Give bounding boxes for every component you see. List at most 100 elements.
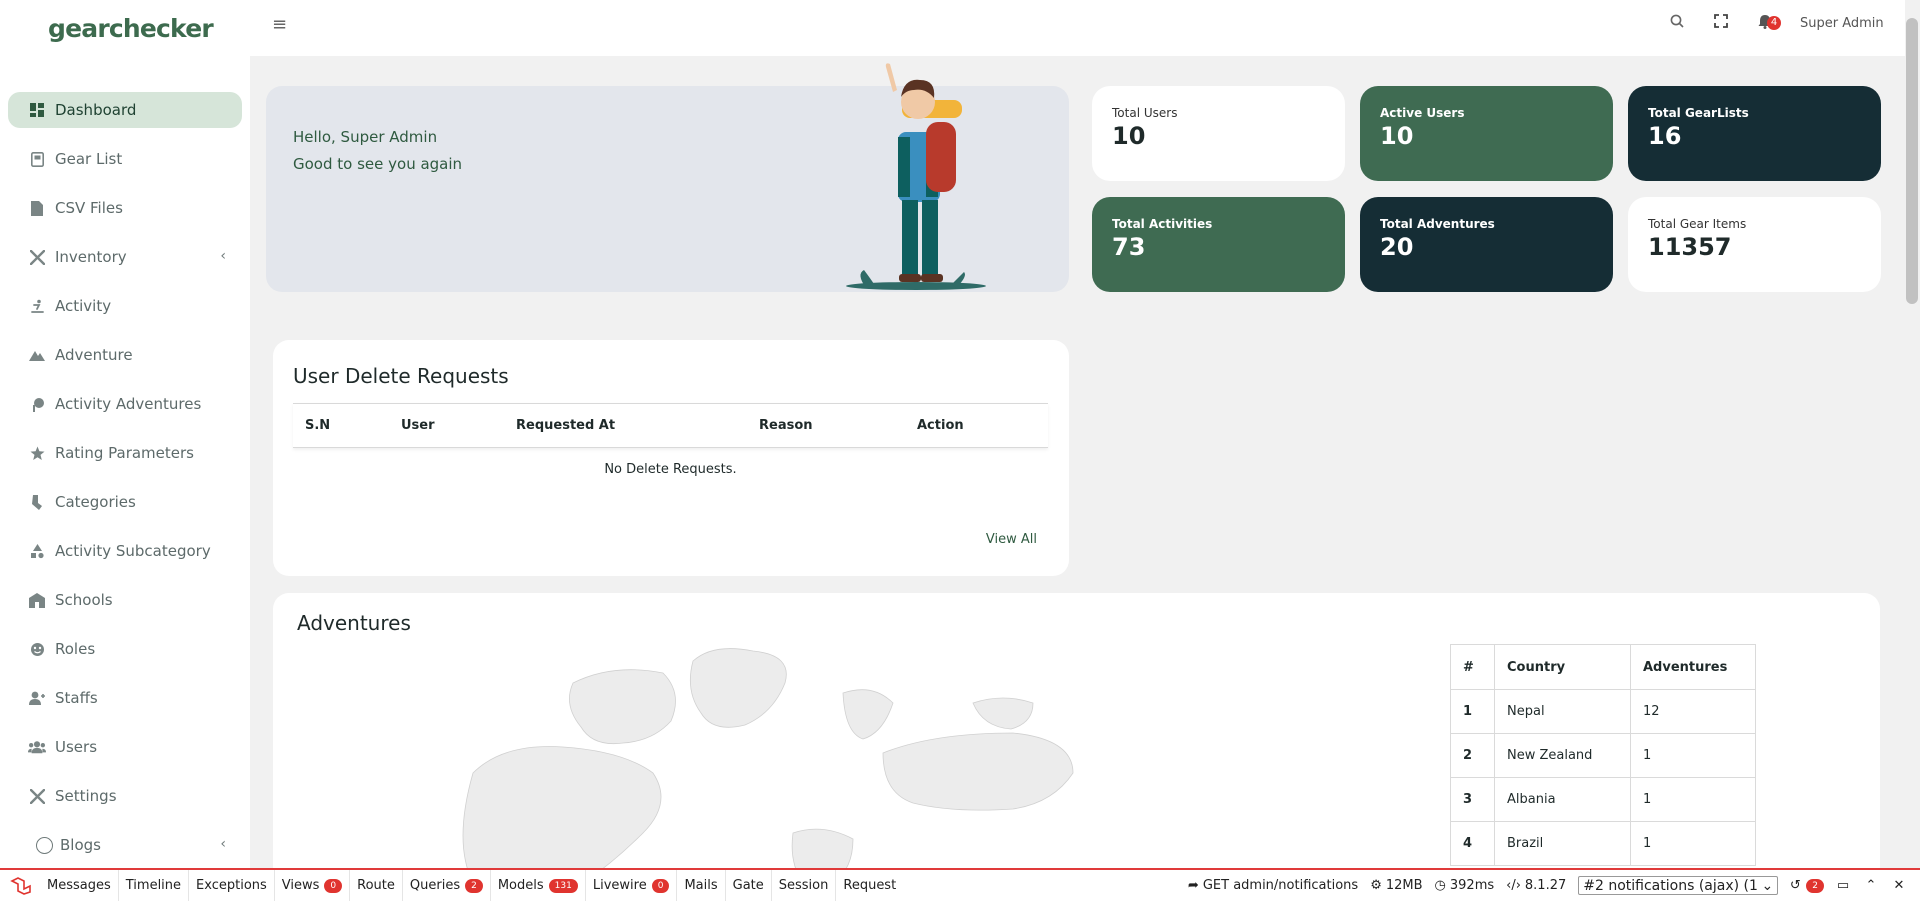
table-cell: 1 <box>1450 689 1495 734</box>
table-cell: Nepal <box>1494 689 1631 734</box>
sidebar-item-settings[interactable]: Settings <box>8 778 242 814</box>
debug-tab-views[interactable]: Views 0 <box>275 870 351 901</box>
memory-value: 12MB <box>1385 878 1423 893</box>
tab-label: Mails <box>684 878 718 893</box>
sidebar-item-roles[interactable]: Roles <box>8 631 242 667</box>
debug-tab-session[interactable]: Session <box>772 870 837 901</box>
sidebar-item-activity[interactable]: Activity <box>8 288 242 324</box>
sidebar-item-label: Settings <box>55 787 117 805</box>
memory-info[interactable]: ⚙ 12MB <box>1370 878 1422 893</box>
column-header: Action <box>917 418 964 433</box>
tab-label: Exceptions <box>196 878 267 893</box>
debug-tab-models[interactable]: Models 131 <box>491 870 586 901</box>
star-icon <box>28 444 46 462</box>
table-cell: 2 <box>1450 733 1495 778</box>
stat-value: 73 <box>1112 233 1146 261</box>
stat-label: Total Adventures <box>1380 217 1495 231</box>
table-cell: 3 <box>1450 777 1495 822</box>
tab-label: Models <box>497 878 544 893</box>
sidebar-item-label: CSV Files <box>55 199 123 217</box>
debug-tab-route[interactable]: Route <box>350 870 403 901</box>
sidebar-item-csv-files[interactable]: CSV Files <box>8 190 242 226</box>
php-info[interactable]: ‹/› 8.1.27 <box>1506 878 1566 893</box>
debug-tab-mails[interactable]: Mails <box>677 870 726 901</box>
column-header: Country <box>1494 644 1631 690</box>
sidebar-item-adventure[interactable]: Adventure <box>8 337 242 373</box>
tab-label: Gate <box>732 878 764 893</box>
table-cell: 12 <box>1630 689 1756 734</box>
folder-open-icon[interactable]: ▭ <box>1836 878 1850 893</box>
app-logo[interactable]: gearchecker <box>48 14 214 43</box>
mountain-icon <box>28 346 46 364</box>
chevron-up-icon[interactable]: ⌃ <box>1864 878 1878 893</box>
debug-tabs: Messages Timeline Exceptions Views 0 Rout… <box>40 870 903 901</box>
history-icon[interactable]: ↺ <box>1788 878 1802 893</box>
table-row: 1 Nepal 12 <box>1450 689 1756 734</box>
table-cell: Brazil <box>1494 821 1631 866</box>
sidebar-item-rating-parameters[interactable]: Rating Parameters <box>8 435 242 471</box>
sidebar-item-users[interactable]: Users <box>8 729 242 765</box>
table-row: 3 Albania 1 <box>1450 777 1756 822</box>
stat-total-gear-items[interactable]: Total Gear Items 11357 <box>1628 197 1881 292</box>
close-icon[interactable]: ✕ <box>1892 878 1906 893</box>
sidebar-item-dashboard[interactable]: Dashboard <box>8 92 242 128</box>
time-info[interactable]: ◷ 392ms <box>1435 878 1495 893</box>
debug-tab-request[interactable]: Request <box>836 870 903 901</box>
count-badge: 2 <box>465 878 483 893</box>
world-map[interactable] <box>413 643 1113 883</box>
fullscreen-icon[interactable] <box>1714 14 1728 32</box>
column-header: S.N <box>305 418 331 433</box>
chevron-left-icon[interactable]: ‹ <box>220 248 226 264</box>
masks-icon <box>28 640 46 658</box>
sidebar-item-gear-list[interactable]: Gear List <box>8 141 242 177</box>
circle-icon <box>36 836 53 854</box>
table-cell: New Zealand <box>1494 733 1631 778</box>
history-badge: 2 <box>1806 878 1824 893</box>
table-cell: 1 <box>1630 821 1756 866</box>
debug-tab-messages[interactable]: Messages <box>40 870 119 901</box>
sidebar-item-label: Schools <box>55 591 113 609</box>
welcome-card: Hello, Super Admin Good to see you again <box>266 63 1069 292</box>
dashboard-icon <box>28 101 46 119</box>
tab-label: Queries <box>409 878 461 893</box>
stat-total-users[interactable]: Total Users 10 <box>1092 86 1345 181</box>
stat-active-users[interactable]: Active Users 10 <box>1360 86 1613 181</box>
sidebar-item-schools[interactable]: Schools <box>8 582 242 618</box>
chevron-left-icon[interactable]: ‹ <box>220 836 226 852</box>
file-icon <box>28 199 46 217</box>
stat-total-adventures[interactable]: Total Adventures 20 <box>1360 197 1613 292</box>
sidebar-item-inventory[interactable]: Inventory ‹ <box>8 239 242 275</box>
tab-label: Session <box>778 878 829 893</box>
scrollbar-thumb[interactable] <box>1906 18 1918 304</box>
table-header-row: # Country Adventures <box>1450 644 1756 690</box>
sidebar-item-categories[interactable]: Categories <box>8 484 242 520</box>
time-value: 392ms <box>1449 878 1495 893</box>
laravel-logo-icon[interactable] <box>10 877 32 895</box>
request-select[interactable]: #2 notifications (ajax) (1 ⌄ <box>1578 876 1779 895</box>
empty-message: No Delete Requests. <box>604 462 737 477</box>
table-row: 2 New Zealand 1 <box>1450 733 1756 778</box>
sidebar-item-activity-adventures[interactable]: Activity Adventures <box>8 386 242 422</box>
search-icon[interactable] <box>1670 14 1684 32</box>
debug-tab-timeline[interactable]: Timeline <box>119 870 190 901</box>
stat-total-activities[interactable]: Total Activities 73 <box>1092 197 1345 292</box>
debug-tab-livewire[interactable]: Livewire 0 <box>586 870 678 901</box>
sidebar-item-label: Users <box>55 738 98 756</box>
debug-tab-queries[interactable]: Queries 2 <box>403 870 491 901</box>
tab-label: Views <box>281 878 320 893</box>
tab-label: Messages <box>47 878 111 893</box>
menu-toggle-icon[interactable]: ≡ <box>272 14 287 35</box>
debug-tab-exceptions[interactable]: Exceptions <box>189 870 275 901</box>
table-header: S.N User Requested At Reason Action <box>293 403 1048 448</box>
debug-tab-gate[interactable]: Gate <box>726 870 772 901</box>
sidebar-item-blogs[interactable]: Blogs ‹ <box>8 827 242 863</box>
select-value: #2 notifications (ajax) (1 <box>1583 878 1758 894</box>
view-all-link[interactable]: View All <box>986 532 1037 547</box>
sidebar-item-label: Rating Parameters <box>55 444 194 462</box>
sidebar-item-staffs[interactable]: Staffs <box>8 680 242 716</box>
request-info[interactable]: ➦ GET admin/notifications <box>1188 878 1358 893</box>
user-menu[interactable]: Super Admin <box>1800 16 1884 31</box>
stat-total-gearlists[interactable]: Total GearLists 16 <box>1628 86 1881 181</box>
sidebar-item-activity-subcategory[interactable]: Activity Subcategory <box>8 533 242 569</box>
column-header: # <box>1450 644 1495 690</box>
